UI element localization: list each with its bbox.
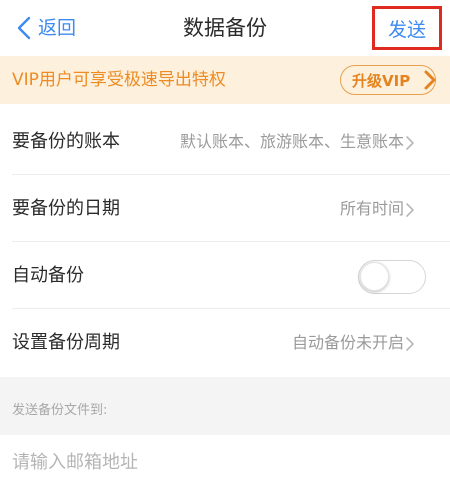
divider <box>12 174 450 175</box>
backup-date-row[interactable]: 要备份的日期 所有时间 <box>0 176 450 242</box>
send-section-header: 发送备份文件到: <box>0 377 450 435</box>
backup-date-value: 所有时间 <box>339 199 404 218</box>
upgrade-vip-button[interactable]: 升级VIP <box>340 65 436 95</box>
toggle-knob <box>360 262 389 291</box>
data-backup-screen: 返回 数据备份 发送 VIP用户可享受极速导出特权 升级VIP 要备份的账本 默… <box>0 0 450 486</box>
chevron-right-icon <box>424 70 436 90</box>
backup-books-label: 要备份的账本 <box>12 131 120 152</box>
send-button[interactable]: 发送 <box>372 6 442 50</box>
divider <box>12 241 450 242</box>
email-input[interactable] <box>12 443 432 481</box>
vip-banner: VIP用户可享受极速导出特权 升级VIP <box>0 56 450 104</box>
chevron-right-icon <box>406 203 414 217</box>
divider <box>12 308 450 309</box>
backup-period-value: 自动备份未开启 <box>291 333 404 352</box>
back-button[interactable]: 返回 <box>14 12 76 44</box>
chevron-left-icon <box>17 16 31 40</box>
chevron-right-icon <box>406 337 414 351</box>
send-label: 发送 <box>387 18 426 41</box>
chevron-right-icon <box>406 136 414 150</box>
back-label: 返回 <box>38 17 77 39</box>
backup-date-label: 要备份的日期 <box>12 198 120 219</box>
auto-backup-label: 自动备份 <box>12 265 84 286</box>
backup-books-row[interactable]: 要备份的账本 默认账本、旅游账本、生意账本 <box>0 109 450 175</box>
backup-period-label: 设置备份周期 <box>12 332 120 353</box>
email-row <box>0 435 450 486</box>
auto-backup-toggle[interactable] <box>358 260 426 294</box>
navigation-bar: 返回 数据备份 发送 <box>0 0 450 56</box>
auto-backup-row: 自动备份 <box>0 243 450 309</box>
send-section-label: 发送备份文件到: <box>12 403 108 418</box>
backup-books-value: 默认账本、旅游账本、生意账本 <box>179 132 404 151</box>
backup-period-row[interactable]: 设置备份周期 自动备份未开启 <box>0 310 450 376</box>
vip-promo-text: VIP用户可享受极速导出特权 <box>12 70 226 90</box>
upgrade-vip-label: 升级VIP <box>352 71 411 90</box>
